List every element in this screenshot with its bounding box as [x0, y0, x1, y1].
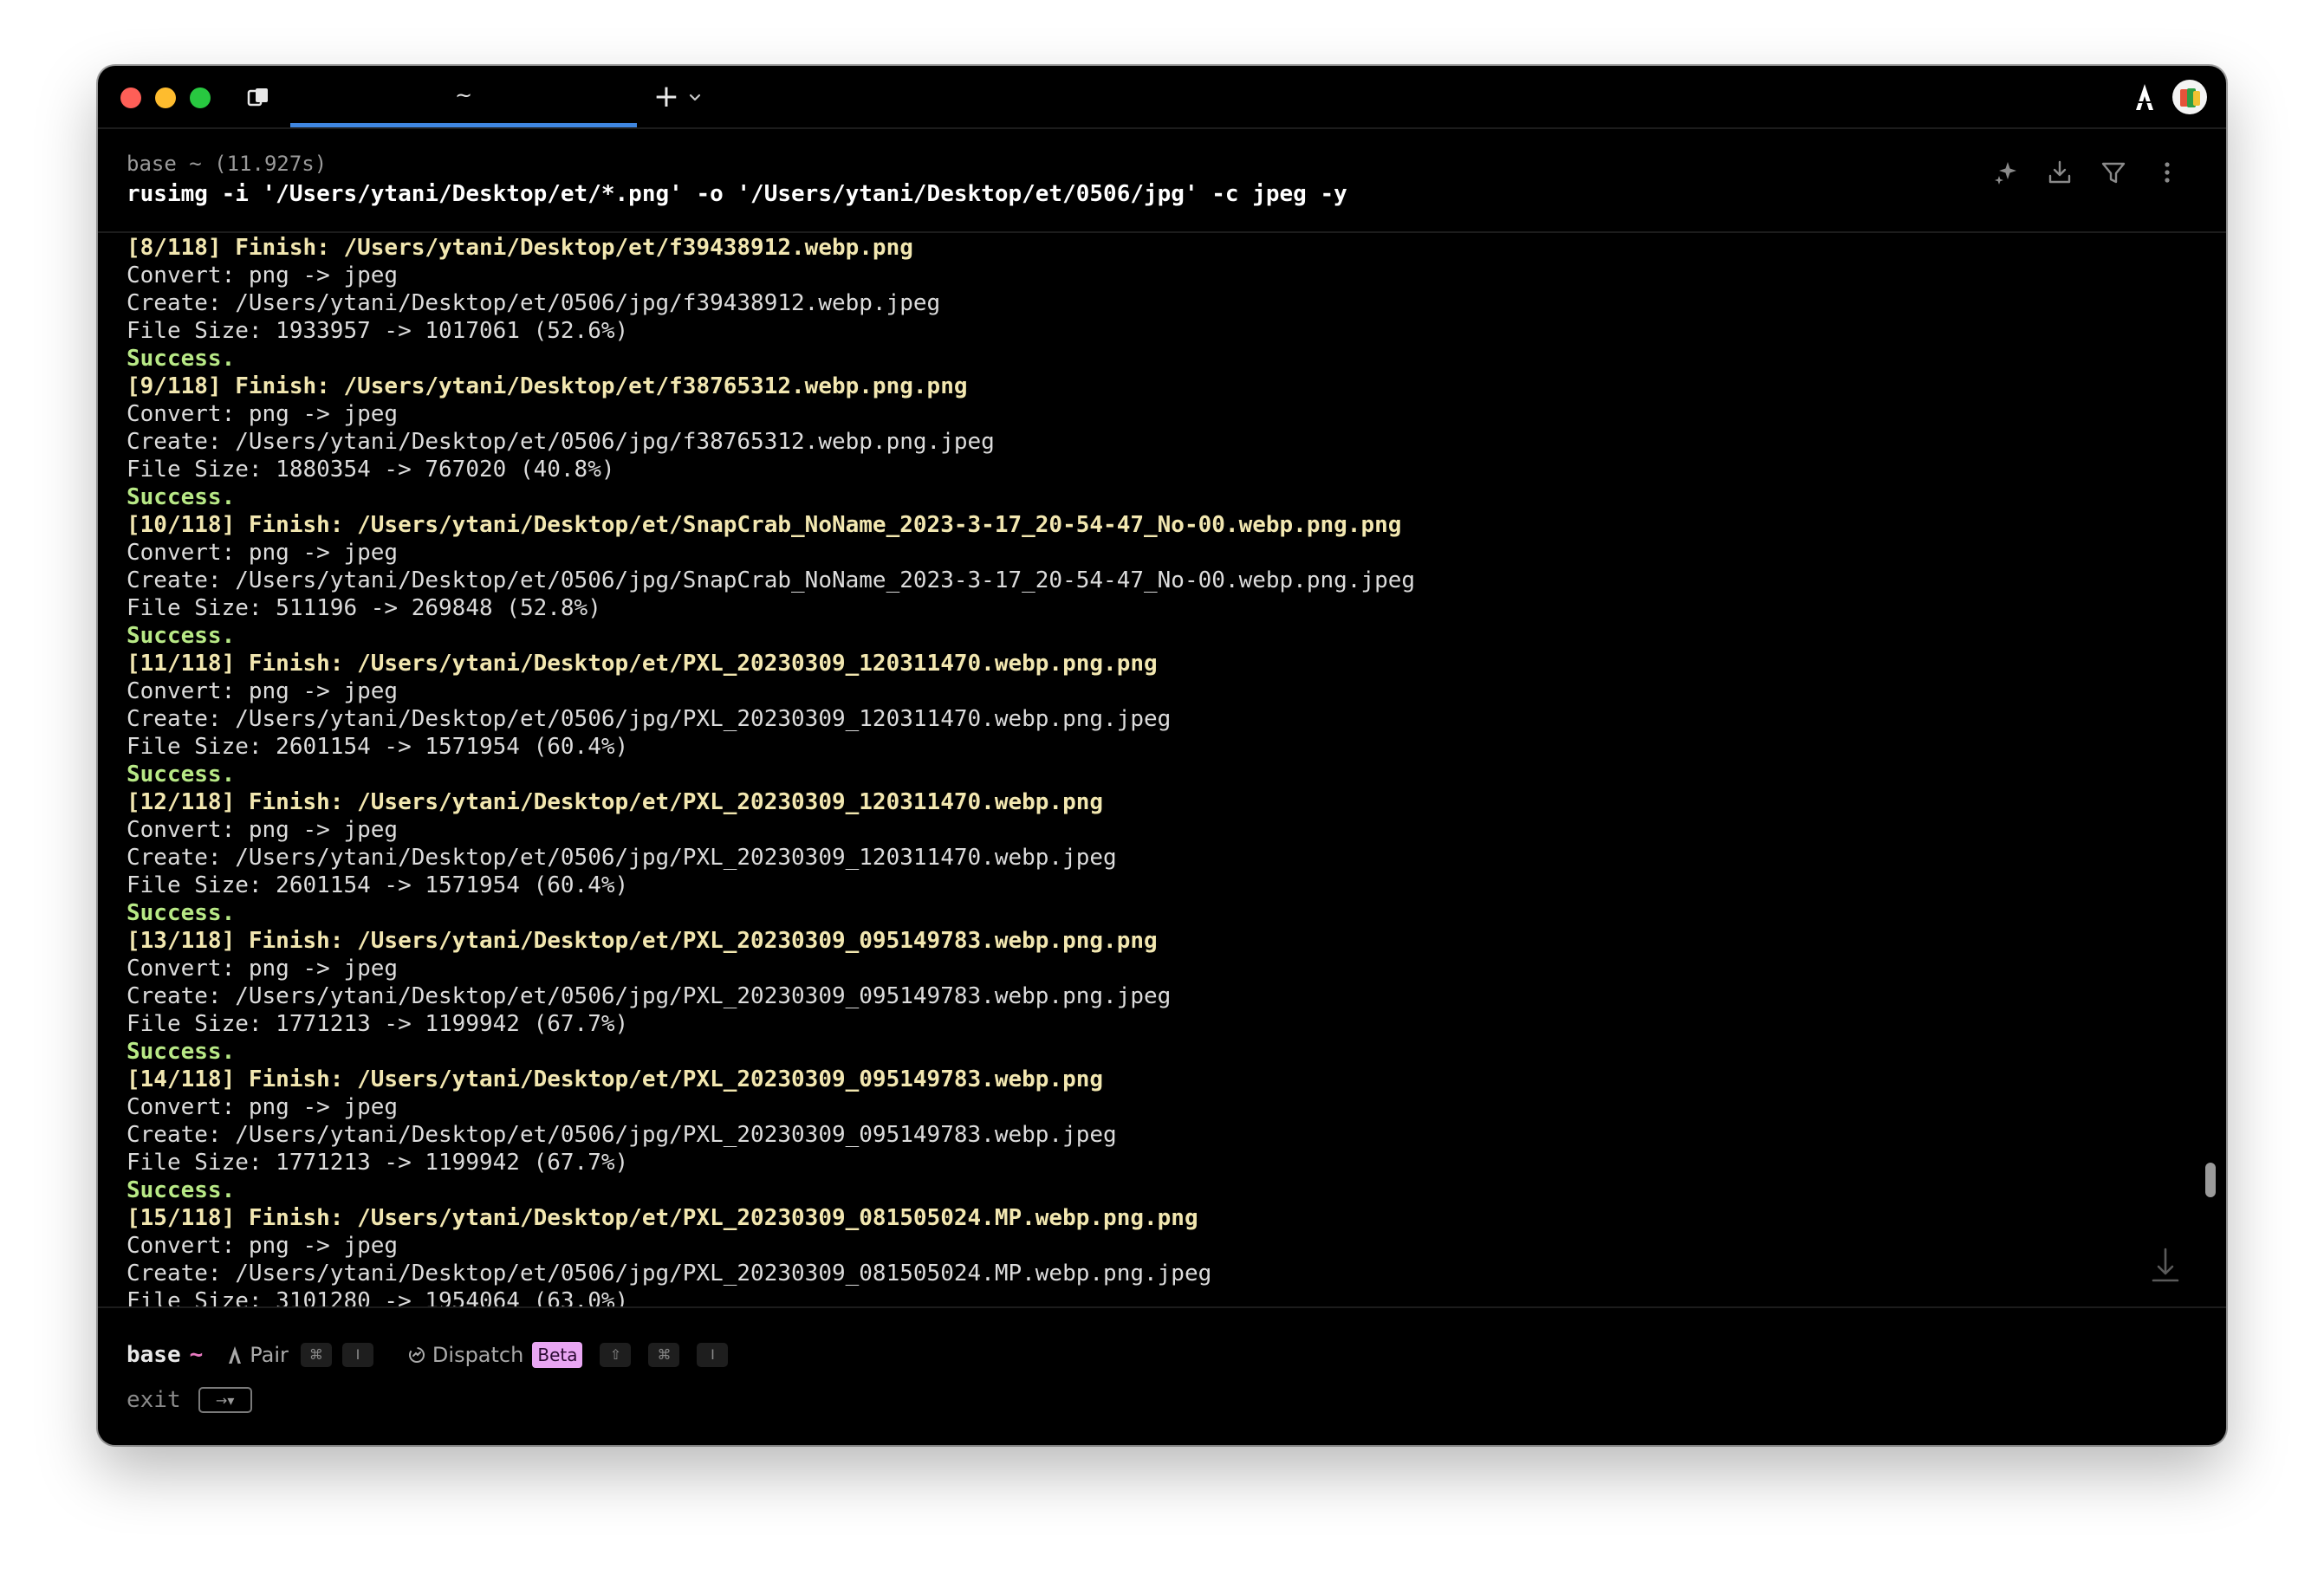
filter-icon[interactable]: [2098, 157, 2129, 188]
command-input[interactable]: exit: [127, 1387, 181, 1413]
title-bar: ~ +: [98, 66, 2226, 129]
output-line: Convert: png -> jpeg: [127, 540, 399, 566]
chevron-down-icon[interactable]: [685, 85, 704, 109]
output-line: Create: /Users/ytani/Desktop/et/0506/jpg…: [127, 1122, 1117, 1148]
output-line: Create: /Users/ytani/Desktop/et/0506/jpg…: [127, 845, 1117, 871]
minimize-window-button[interactable]: [155, 88, 176, 108]
active-tab-indicator: [290, 123, 637, 127]
more-vertical-icon[interactable]: [2152, 157, 2183, 188]
dispatch-button[interactable]: Dispatch Beta ⇧ ⌘ I: [406, 1342, 729, 1368]
output-success-line: Success.: [127, 623, 236, 649]
panes-icon[interactable]: [245, 85, 271, 109]
sparkle-icon[interactable]: [1990, 157, 2022, 188]
output-success-line: Success.: [127, 762, 236, 788]
avatar[interactable]: [2172, 80, 2207, 114]
output-finish-line: [10/118] Finish: /Users/ytani/Desktop/et…: [127, 512, 1402, 538]
pair-icon: [229, 1346, 242, 1364]
output-line: Create: /Users/ytani/Desktop/et/0506/jpg…: [127, 567, 1416, 593]
input-area[interactable]: base ~ Pair ⌘ I Dispatch Beta ⇧ ⌘ I exit…: [98, 1306, 2226, 1445]
output-line: Create: /Users/ytani/Desktop/et/0506/jpg…: [127, 983, 1172, 1009]
zoom-window-button[interactable]: [190, 88, 211, 108]
command-block-header[interactable]: base ~ (11.927s) rusimg -i '/Users/ytani…: [98, 129, 2226, 233]
command-meta: base ~ (11.927s): [127, 152, 328, 176]
pair-button[interactable]: Pair ⌘ I: [225, 1343, 373, 1367]
output-finish-line: [9/118] Finish: /Users/ytani/Desktop/et/…: [127, 373, 968, 399]
tab-title: ~: [454, 83, 473, 107]
output-finish-line: [14/118] Finish: /Users/ytani/Desktop/et…: [127, 1066, 1104, 1092]
output-line: Convert: png -> jpeg: [127, 1233, 399, 1259]
pair-label: Pair: [250, 1343, 289, 1367]
download-icon[interactable]: [2044, 157, 2075, 188]
output-success-line: Success.: [127, 346, 236, 372]
block-actions: [1990, 157, 2183, 191]
output-line: Convert: png -> jpeg: [127, 678, 399, 704]
output-line: File Size: 1771213 -> 1199942 (67.7%): [127, 1150, 629, 1176]
arrow-down-to-line-icon[interactable]: [2148, 1246, 2183, 1286]
scrollbar-thumb[interactable]: [2205, 1163, 2216, 1197]
close-window-button[interactable]: [120, 88, 141, 108]
output-line: Convert: png -> jpeg: [127, 262, 399, 288]
output-success-line: Success.: [127, 900, 236, 926]
tab-home[interactable]: ~: [290, 66, 637, 127]
prompt-directory: ~: [189, 1342, 204, 1368]
terminal-window: ~ + base ~ (11.927s) rusimg -i '/Users/y…: [98, 66, 2226, 1445]
new-tab-button[interactable]: +: [649, 80, 684, 114]
autosuggestion-accept-hint[interactable]: →▾: [198, 1387, 252, 1413]
output-line: File Size: 2601154 -> 1571954 (60.4%): [127, 872, 629, 898]
output-line: File Size: 1933957 -> 1017061 (52.6%): [127, 318, 629, 344]
output-line: Create: /Users/ytani/Desktop/et/0506/jpg…: [127, 1261, 1212, 1287]
dispatch-label: Dispatch: [432, 1343, 524, 1367]
warp-logo-icon[interactable]: [2129, 81, 2160, 113]
output-success-line: Success.: [127, 1039, 236, 1065]
output-finish-line: [12/118] Finish: /Users/ytani/Desktop/et…: [127, 789, 1104, 815]
pair-shortcut-key-2: I: [341, 1343, 373, 1367]
output-success-line: Success.: [127, 1177, 236, 1203]
dispatch-icon: [408, 1347, 425, 1363]
command-text: rusimg -i '/Users/ytani/Desktop/et/*.png…: [127, 181, 1347, 207]
output-line: Convert: png -> jpeg: [127, 956, 399, 982]
output-line: File Size: 1771213 -> 1199942 (67.7%): [127, 1011, 629, 1037]
output-line: Convert: png -> jpeg: [127, 817, 399, 843]
output-line: File Size: 1880354 -> 767020 (40.8%): [127, 457, 615, 483]
output-line: Convert: png -> jpeg: [127, 1094, 399, 1120]
output-finish-line: [11/118] Finish: /Users/ytani/Desktop/et…: [127, 651, 1158, 677]
output-line: Create: /Users/ytani/Desktop/et/0506/jpg…: [127, 290, 941, 316]
output-success-line: Success.: [127, 484, 236, 510]
command-output: [8/118] Finish: /Users/ytani/Desktop/et/…: [127, 234, 2163, 1306]
output-line: File Size: 3101280 -> 1954064 (63.0%): [127, 1288, 629, 1306]
output-line: File Size: 511196 -> 269848 (52.8%): [127, 595, 601, 621]
dispatch-shortcut-key-2: ⌘: [648, 1343, 680, 1367]
dispatch-shortcut-key-1: ⇧: [600, 1343, 632, 1367]
output-finish-line: [13/118] Finish: /Users/ytani/Desktop/et…: [127, 928, 1158, 954]
output-line: File Size: 2601154 -> 1571954 (60.4%): [127, 734, 629, 760]
prompt-env: base: [127, 1342, 181, 1368]
output-finish-line: [8/118] Finish: /Users/ytani/Desktop/et/…: [127, 235, 913, 261]
output-finish-line: [15/118] Finish: /Users/ytani/Desktop/et…: [127, 1205, 1198, 1231]
output-line: Create: /Users/ytani/Desktop/et/0506/jpg…: [127, 706, 1172, 732]
pair-shortcut-key-1: ⌘: [300, 1343, 332, 1367]
prompt-row: base ~ Pair ⌘ I Dispatch Beta ⇧ ⌘ I: [127, 1339, 729, 1371]
beta-badge: Beta: [532, 1342, 583, 1368]
dispatch-shortcut-key-3: I: [697, 1343, 729, 1367]
output-line: Convert: png -> jpeg: [127, 401, 399, 427]
command-input-row[interactable]: exit →▾: [127, 1384, 252, 1416]
output-line: Create: /Users/ytani/Desktop/et/0506/jpg…: [127, 429, 995, 455]
